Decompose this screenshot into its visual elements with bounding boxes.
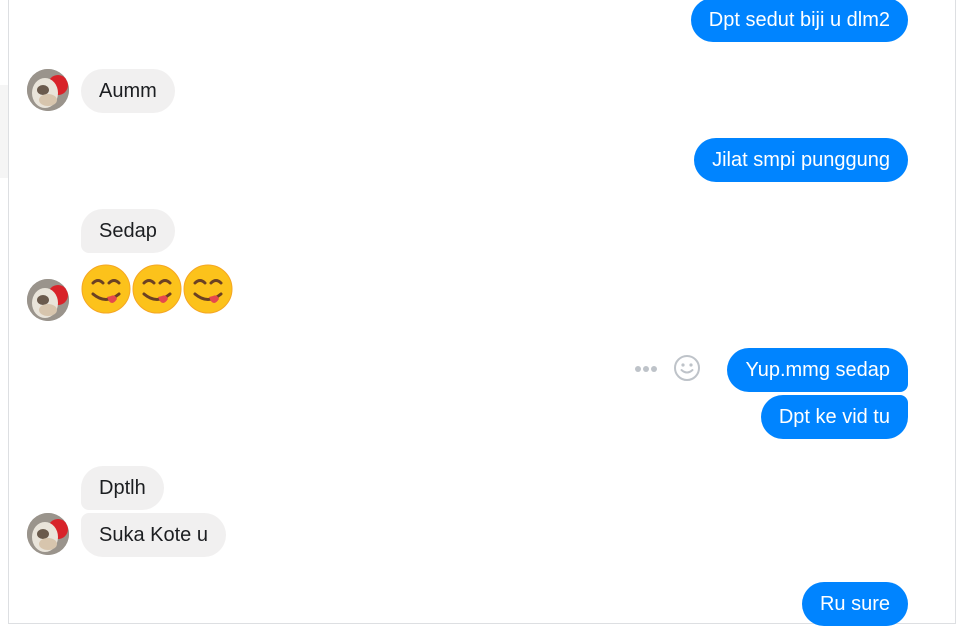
message-incoming[interactable]: Dptlh (81, 466, 164, 510)
message-outgoing[interactable]: Yup.mmg sedap (727, 348, 908, 392)
react-smiley-icon[interactable] (673, 354, 701, 382)
message-outgoing[interactable]: Ru sure (801, 582, 908, 626)
message-outgoing[interactable]: Dpt ke vid tu (760, 395, 908, 439)
sidebar-edge (0, 85, 8, 178)
message-incoming[interactable]: Sedap (81, 209, 175, 253)
face-savoring-food-icon (132, 264, 182, 314)
message-outgoing[interactable]: Jilat smpi punggung (694, 138, 908, 182)
face-savoring-food-icon (81, 264, 131, 314)
face-savoring-food-icon (183, 264, 233, 314)
contact-avatar[interactable] (27, 279, 69, 321)
conversation-panel: Dpt sedut biji u dlm2 Aumm Jilat smpi pu… (8, 0, 956, 626)
message-actions (633, 354, 703, 384)
message-incoming[interactable]: Suka Kote u (81, 513, 226, 557)
contact-avatar[interactable] (27, 513, 69, 555)
more-options-icon[interactable] (633, 358, 663, 380)
contact-avatar[interactable] (27, 69, 69, 111)
message-outgoing[interactable]: Dpt sedut biji u dlm2 (690, 0, 908, 42)
message-incoming[interactable]: Aumm (81, 69, 175, 113)
